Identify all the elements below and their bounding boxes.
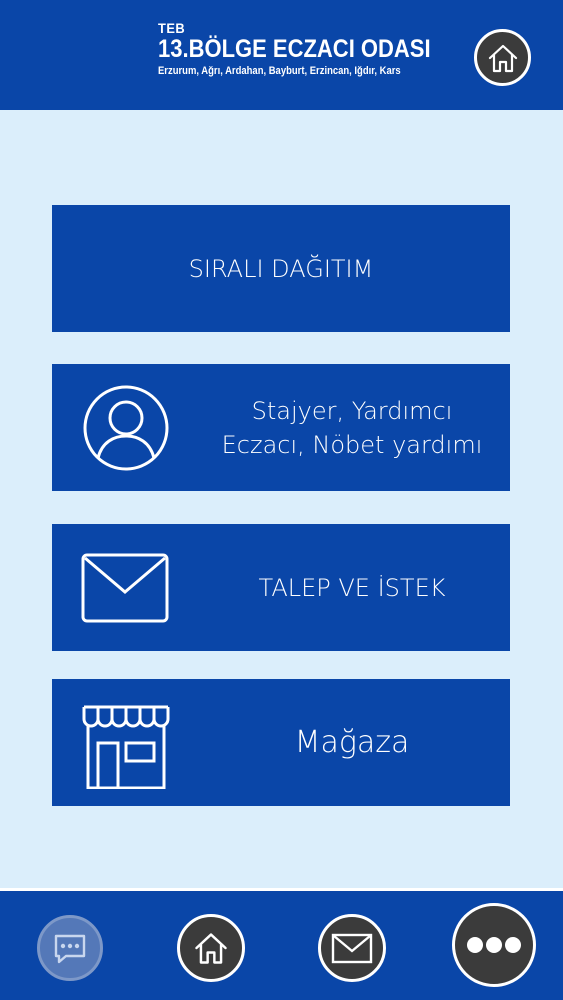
user-icon bbox=[83, 385, 169, 471]
header-home-button[interactable] bbox=[474, 29, 531, 86]
header-subtitle: Erzurum, Ağrı, Ardahan, Bayburt, Erzinca… bbox=[158, 65, 401, 77]
chat-icon bbox=[54, 934, 86, 964]
app-header: TEB 13.BÖLGE ECZACI ODASI Erzurum, Ağrı,… bbox=[0, 0, 563, 110]
magaza-label: Mağaza bbox=[294, 724, 410, 760]
more-button[interactable] bbox=[452, 903, 536, 987]
magaza-button[interactable]: Mağaza bbox=[52, 679, 510, 806]
header-text: TEB 13.BÖLGE ECZACI ODASI Erzurum, Ağrı,… bbox=[158, 20, 468, 77]
talep-istek-button[interactable]: TALEP VE İSTEK bbox=[52, 524, 510, 651]
stajyer-label-line2: Eczacı, Nöbet yardımı bbox=[221, 430, 483, 459]
envelope-icon bbox=[81, 553, 169, 623]
nav-mail-button[interactable] bbox=[318, 914, 386, 982]
chat-button[interactable] bbox=[37, 915, 103, 981]
stajyer-label-line1: Stajyer, Yardımcı bbox=[251, 396, 453, 425]
envelope-icon bbox=[331, 933, 373, 964]
nav-home-button[interactable] bbox=[177, 914, 245, 982]
home-icon bbox=[195, 933, 227, 964]
more-icon bbox=[467, 937, 521, 953]
stajyer-yardimci-button[interactable]: Stajyer, Yardımcı Eczacı, Nöbet yardımı bbox=[52, 364, 510, 491]
sirali-dagitim-label: SIRALI DAĞITIM bbox=[188, 254, 374, 283]
header-teb: TEB bbox=[158, 20, 186, 36]
stajyer-yardimci-label: Stajyer, Yardımcı Eczacı, Nöbet yardımı bbox=[202, 394, 502, 462]
sirali-dagitim-button[interactable]: SIRALI DAĞITIM bbox=[52, 205, 510, 332]
talep-istek-label: TALEP VE İSTEK bbox=[258, 573, 446, 602]
home-icon bbox=[488, 44, 517, 72]
bottom-nav bbox=[0, 888, 563, 1000]
store-icon bbox=[82, 705, 170, 789]
header-title: 13.BÖLGE ECZACI ODASI bbox=[158, 35, 431, 63]
